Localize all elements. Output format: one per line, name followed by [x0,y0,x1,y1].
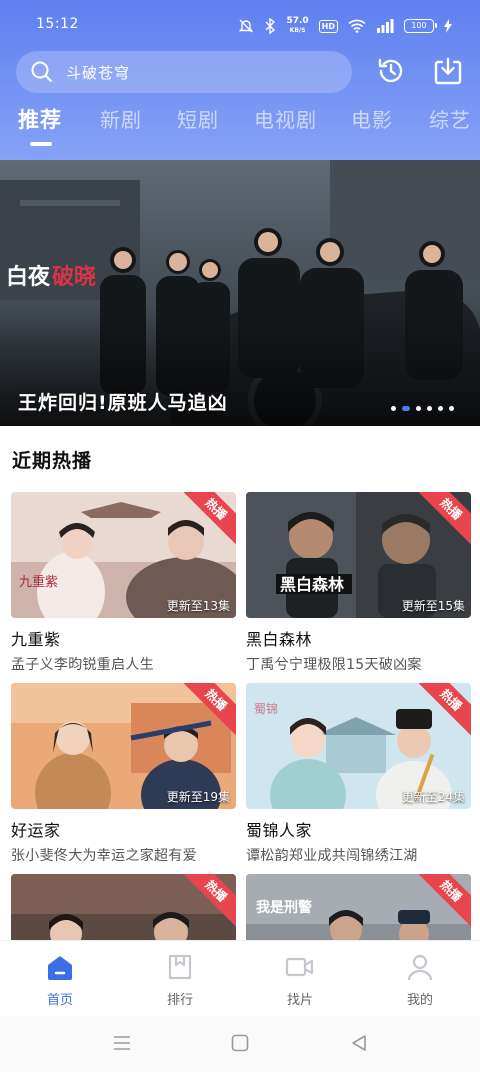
nav-label: 找片 [286,993,313,1008]
nav-profile[interactable]: 我的 [380,953,460,1008]
category-tabs: 推荐 新剧 短剧 电视剧 电影 综艺 [0,104,480,148]
ranking-icon [168,954,192,980]
svg-text:我是刑警: 我是刑警 [256,899,312,916]
nav-label: 首页 [46,993,73,1008]
charging-icon [444,19,452,33]
tab-tv-series[interactable]: 电视剧 [254,104,317,133]
nav-label: 排行 [166,993,193,1008]
card-description: 张小斐佟大为幸运之家超有爱 [11,848,197,864]
card-thumbnail: 蜀锦 热播 更新至24集 [246,683,471,809]
card-title: 九重紫 [11,630,61,649]
history-icon [378,58,403,83]
search-bar[interactable]: 斗破苍穹 [16,51,352,93]
bottom-navigation: 首页 排行 找片 我的 [0,940,480,1016]
wifi-icon [348,19,366,33]
episode-label: 更新至24集 [401,790,465,804]
carousel-dot [391,406,396,411]
card-title: 蜀锦人家 [246,821,313,840]
mute-icon [239,19,254,33]
tab-movie[interactable]: 电影 [351,104,393,133]
episode-label: 更新至13集 [166,599,230,613]
card-description: 丁禹兮宁理极限15天破凶案 [246,657,422,673]
nav-home[interactable]: 首页 [20,953,100,1008]
bluetooth-icon [265,18,276,34]
search-placeholder: 斗破苍穹 [66,63,131,82]
card-title: 黑白森林 [246,630,313,649]
status-bar: 15:12 57.0 KB/S HD 100 [0,0,480,52]
history-button[interactable] [374,54,408,88]
hero-banner[interactable]: 白夜 破晓 王炸回归!原班人马追凶 [0,160,480,426]
menu-icon[interactable] [112,1034,132,1052]
download-button[interactable] [431,54,465,88]
hd-icon: HD [318,19,338,33]
card-description: 谭松韵郑业成共闯锦绣江湖 [246,848,418,864]
system-navigation-bar [0,1016,480,1072]
tab-variety[interactable]: 综艺 [429,104,471,133]
status-icons: 57.0 KB/S HD 100 [238,12,452,40]
back-icon[interactable] [350,1034,368,1052]
card-thumbnail: 黑白森林 热播 更新至15集 [246,492,471,618]
carousel-dot [427,406,432,411]
svg-text:蜀锦: 蜀锦 [254,702,278,716]
nav-label: 我的 [406,993,433,1008]
drama-card[interactable]: 黑白森林 热播 更新至15集 黑白森林 丁禹兮宁理极限15天破凶案 [246,492,471,674]
carousel-dot [438,406,443,411]
svg-text:黑白森林: 黑白森林 [280,575,344,594]
signal-icon [377,19,394,33]
card-thumbnail: 热播 更新至19集 [11,683,236,809]
episode-label: 更新至15集 [401,599,465,613]
drama-card[interactable]: 九重紫 热播 更新至13集 九重紫 孟子义李昀锐重启人生 [11,492,236,674]
card-description: 孟子义李昀锐重启人生 [11,657,154,673]
svg-text:九重紫: 九重紫 [19,574,58,590]
tab-short-drama[interactable]: 短剧 [177,104,219,133]
home-icon [48,956,72,980]
drama-card[interactable]: 蜀锦 热播 更新至24集 蜀锦人家 谭松韵郑业成共闯锦绣江湖 [246,683,471,865]
carousel-indicator [391,406,454,411]
card-thumbnail: 九重紫 热播 更新至13集 [11,492,236,618]
banner-image: 白夜 破晓 [0,160,480,426]
episode-label: 更新至19集 [166,790,230,804]
nav-ranking[interactable]: 排行 [140,953,220,1008]
card-title: 好运家 [11,821,61,840]
home-square-icon[interactable] [231,1034,249,1052]
video-camera-icon [285,957,314,977]
download-icon [434,57,462,85]
carousel-dot [449,406,454,411]
drama-card[interactable]: 热播 更新至19集 好运家 张小斐佟大为幸运之家超有爱 [11,683,236,865]
nav-discover[interactable]: 找片 [260,953,340,1008]
section-title: 近期热播 [12,450,93,472]
network-speed: 57.0 KB/S [286,16,309,35]
carousel-dot [416,406,421,411]
banner-caption: 王炸回归!原班人马追凶 [18,392,228,414]
search-icon [31,61,53,83]
tab-recommend[interactable]: 推荐 [18,104,62,134]
status-time: 15:12 [36,16,79,32]
tab-new-drama[interactable]: 新剧 [100,104,142,133]
battery-icon: 100 [404,19,437,33]
active-tab-indicator [30,142,52,146]
person-icon [407,954,433,981]
header: 15:12 57.0 KB/S HD 100 斗破苍穹 推荐 新剧 短剧 电视剧 … [0,0,480,160]
carousel-dot-active [402,406,410,411]
